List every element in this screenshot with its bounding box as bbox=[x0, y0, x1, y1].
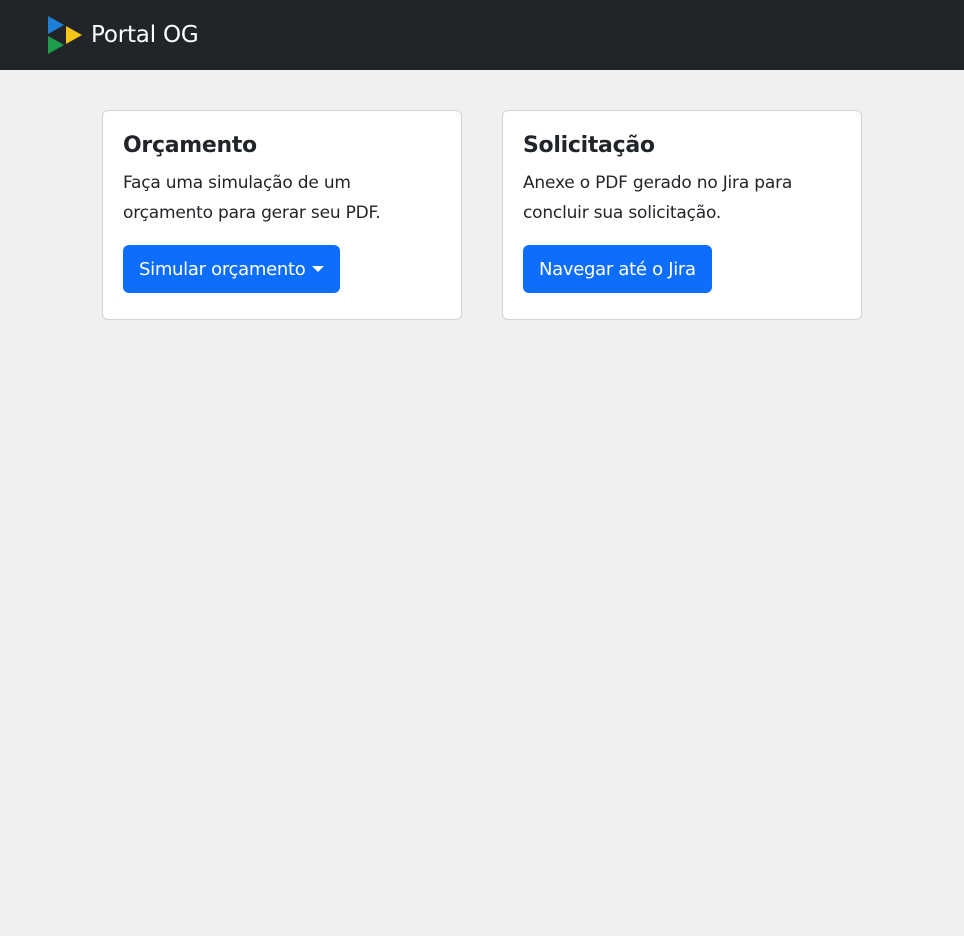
request-card: Solicitação Anexe o PDF gerado no Jira p… bbox=[502, 110, 862, 320]
brand-logo-icon bbox=[48, 16, 82, 54]
brand-title: Portal OG bbox=[91, 22, 199, 48]
navigate-jira-button[interactable]: Navegar até o Jira bbox=[523, 245, 712, 293]
request-card-text: Anexe o PDF gerado no Jira para concluir… bbox=[523, 173, 793, 223]
budget-card: Orçamento Faça uma simulação de um orçam… bbox=[102, 110, 462, 320]
budget-card-title: Orçamento bbox=[123, 133, 257, 158]
brand-link[interactable]: Portal OG bbox=[46, 16, 199, 54]
budget-card-text: Faça uma simulação de um orçamento para … bbox=[123, 173, 381, 223]
top-navbar: Portal OG bbox=[0, 0, 964, 70]
simulate-budget-dropdown-button[interactable]: Simular orçamento bbox=[123, 245, 341, 293]
main-content: Orçamento Faça uma simulação de um orçam… bbox=[0, 70, 964, 320]
caret-down-icon bbox=[312, 266, 325, 272]
navigate-jira-button-label: Navegar até o Jira bbox=[539, 258, 696, 280]
request-card-title: Solicitação bbox=[523, 133, 655, 158]
simulate-budget-button-label: Simular orçamento bbox=[139, 258, 306, 280]
